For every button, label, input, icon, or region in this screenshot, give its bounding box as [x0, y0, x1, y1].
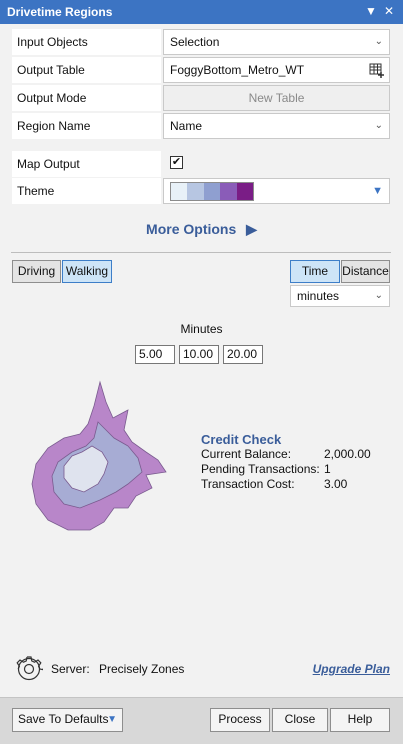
section-divider	[11, 252, 391, 253]
chevron-down-icon: ⌄	[374, 36, 383, 47]
server-label: Server:	[51, 662, 90, 676]
current-balance-value: 2,000.00	[324, 447, 371, 461]
transaction-cost-label: Transaction Cost:	[201, 477, 295, 491]
map-output-label: Map Output	[12, 151, 161, 177]
current-balance-label: Current Balance:	[201, 447, 292, 461]
save-defaults-label: Save To Defaults	[18, 712, 109, 726]
input-objects-select[interactable]: Selection ⌄	[163, 29, 390, 55]
time-button[interactable]: Time	[290, 260, 340, 283]
dropdown-arrow-icon: ▼	[107, 714, 117, 725]
output-table-field[interactable]: FoggyBottom_Metro_WT	[163, 57, 390, 83]
dropdown-arrow-icon: ▼	[372, 185, 383, 197]
minutes-input-3[interactable]: 20.00	[223, 345, 263, 364]
window-title: Drivetime Regions	[7, 5, 113, 19]
region-name-select[interactable]: Name ⌄	[163, 113, 390, 139]
output-mode-button[interactable]: New Table	[163, 85, 390, 111]
input-objects-label: Input Objects	[12, 29, 161, 55]
expand-arrow-icon: ▶	[246, 221, 257, 237]
gear-icon[interactable]	[15, 655, 44, 683]
more-options-label: More Options	[146, 221, 237, 237]
distance-button[interactable]: Distance	[341, 260, 390, 283]
minutes-title: Minutes	[180, 322, 223, 336]
theme-label: Theme	[12, 178, 161, 204]
chevron-down-icon: ⌄	[374, 290, 383, 301]
collapse-icon[interactable]: ▼	[365, 4, 377, 18]
theme-swatch	[236, 183, 254, 200]
units-select[interactable]: minutes ⌄	[290, 285, 390, 307]
credit-row: Current Balance: 2,000.00	[201, 447, 371, 462]
chevron-down-icon: ⌄	[374, 120, 383, 131]
driving-button[interactable]: Driving	[12, 260, 61, 283]
server-value: Precisely Zones	[99, 662, 185, 676]
help-button[interactable]: Help	[330, 708, 390, 732]
table-picker-icon[interactable]	[369, 62, 385, 78]
drivetime-region-graphic	[31, 380, 167, 531]
input-objects-value: Selection	[170, 35, 220, 49]
process-button[interactable]: Process	[210, 708, 270, 732]
save-defaults-button[interactable]: Save To Defaults ▼	[12, 708, 123, 732]
output-table-value: FoggyBottom_Metro_WT	[170, 63, 305, 77]
units-value: minutes	[297, 289, 340, 303]
region-name-value: Name	[170, 119, 203, 133]
close-button[interactable]: Close	[272, 708, 328, 732]
close-icon[interactable]: ✕	[384, 4, 394, 18]
minutes-input-2[interactable]: 10.00	[179, 345, 219, 364]
pending-transactions-value: 1	[324, 462, 331, 476]
credit-check-title: Credit Check	[201, 432, 282, 447]
theme-color-ramp	[170, 182, 254, 201]
upgrade-plan-link[interactable]: Upgrade Plan	[313, 662, 390, 676]
minutes-input-1[interactable]: 5.00	[135, 345, 175, 364]
region-name-label: Region Name	[12, 113, 161, 139]
output-mode-label: Output Mode	[12, 85, 161, 111]
walking-button[interactable]: Walking	[62, 260, 112, 283]
map-output-row	[163, 151, 390, 177]
map-output-checkbox[interactable]: ✔	[170, 156, 183, 169]
transaction-cost-value: 3.00	[324, 477, 348, 491]
credit-check-panel: Credit Check Current Balance: 2,000.00 P…	[201, 432, 371, 492]
title-bar: Drivetime Regions ▼ ✕	[0, 0, 403, 24]
theme-swatch	[171, 183, 188, 200]
output-table-label: Output Table	[12, 57, 161, 83]
theme-swatch	[187, 183, 204, 200]
theme-swatch	[203, 183, 221, 200]
credit-row: Transaction Cost: 3.00	[201, 477, 347, 492]
pending-transactions-label: Pending Transactions:	[201, 462, 320, 476]
more-options-link[interactable]: More Options ▶	[0, 221, 403, 238]
credit-row: Pending Transactions: 1	[201, 462, 331, 477]
theme-swatch	[220, 183, 237, 200]
